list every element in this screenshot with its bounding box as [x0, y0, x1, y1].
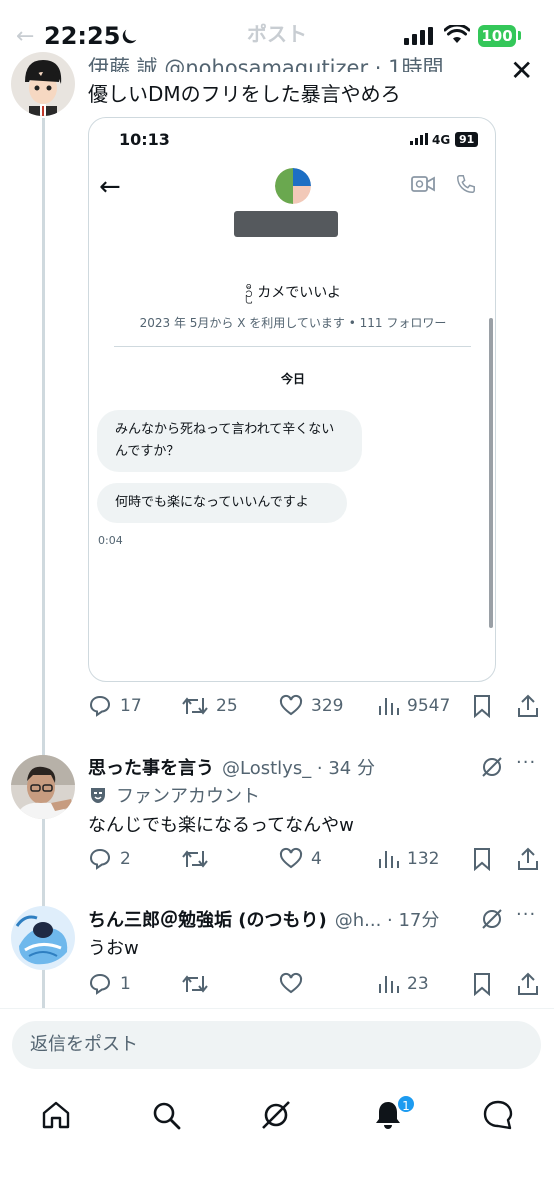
like-count: 329 [311, 696, 344, 716]
reply-author-handle[interactable]: @h... · 17分 [335, 906, 440, 932]
bookmark-icon [474, 973, 490, 996]
embed-message-bubble: 何時でも楽になっていいんですよ [97, 483, 347, 523]
embed-date-divider: 今日 [280, 372, 305, 386]
like-button[interactable]: 4 [279, 847, 322, 871]
embed-scrollbar [489, 318, 493, 628]
post-image-card[interactable]: 10:13 4G 91 ← ဦ カメでいいよ 2023 年 5月から X を利用… [88, 117, 496, 682]
share-button[interactable] [517, 847, 539, 871]
grok-tab-icon[interactable] [260, 1099, 292, 1131]
repost-count: 25 [216, 696, 238, 716]
views-button[interactable]: 9547 [377, 694, 450, 718]
more-options-icon[interactable]: ··· [516, 904, 536, 925]
reply-icon [89, 848, 111, 870]
views-count: 9547 [407, 696, 451, 716]
reply-author-name[interactable]: ちん三郎＠勉強垢 (のつもり) [88, 906, 327, 932]
embed-profile-avatar [275, 168, 311, 204]
repost-button[interactable] [182, 972, 216, 996]
reply-icon [89, 695, 111, 717]
heart-icon [279, 694, 303, 716]
wifi-icon [444, 25, 470, 45]
repost-button[interactable] [182, 847, 216, 871]
like-count: 4 [311, 849, 322, 869]
grok-icon[interactable] [480, 755, 504, 779]
post-author-line[interactable]: 伊藤 誠 @nohosamagutizer · 1時間 [88, 52, 443, 72]
embed-back-icon: ← [99, 172, 121, 202]
repost-button[interactable]: 25 [182, 694, 238, 718]
embed-divider [114, 346, 471, 347]
share-icon [518, 847, 538, 870]
messages-icon[interactable] [482, 1099, 514, 1131]
bookmark-icon [474, 695, 490, 718]
embed-profile-meta: 2023 年 5月から X を利用しています • 111 フォロワー [139, 316, 447, 330]
embed-redacted-name [234, 211, 338, 237]
reply-count: 17 [120, 696, 142, 716]
embed-network: 4G [432, 133, 451, 147]
cellular-signal-icon [404, 27, 434, 45]
like-button[interactable] [279, 972, 311, 996]
post-text: 優しいDMのフリをした暴言やめろ [88, 82, 401, 106]
reply-avatar[interactable] [11, 755, 75, 819]
embed-message-bubble: みんなから死ねって言われて辛くないんですか？ [97, 410, 362, 472]
moon-icon [118, 26, 140, 48]
close-icon[interactable]: ✕ [510, 54, 533, 87]
views-icon [379, 851, 399, 868]
more-options-icon[interactable]: ··· [516, 752, 536, 773]
views-icon [379, 698, 399, 715]
embed-video-call-icon [411, 175, 435, 193]
heart-icon [279, 972, 303, 994]
reply-author-handle[interactable]: @Lostlys_ · 34 分 [222, 754, 375, 780]
like-button[interactable]: 329 [279, 694, 343, 718]
bookmark-icon [474, 848, 490, 871]
views-icon [379, 976, 399, 993]
views-count: 23 [407, 974, 429, 994]
battery-tip [518, 31, 521, 40]
fan-account-row: ファンアカウント [88, 782, 260, 808]
fan-account-label: ファンアカウント [116, 786, 260, 807]
views-button[interactable]: 132 [377, 847, 439, 871]
thread-line [42, 118, 45, 1008]
views-button[interactable]: 23 [377, 972, 429, 996]
divider [0, 1008, 554, 1009]
reply-icon [89, 973, 111, 995]
share-icon [518, 972, 538, 995]
bookmark-button[interactable] [472, 694, 492, 718]
repost-icon [182, 975, 208, 993]
embed-signal-icon [410, 133, 428, 145]
share-button[interactable] [517, 694, 539, 718]
status-time: 22:25 [44, 22, 121, 50]
home-icon[interactable] [40, 1099, 72, 1131]
embed-profile-name: ဦ カメでいいよ [245, 285, 341, 301]
share-icon [518, 694, 538, 717]
embed-phone-icon [455, 173, 477, 195]
repost-icon [182, 697, 208, 715]
battery-indicator: 100 [478, 25, 516, 47]
reply-header: 思った事を言う @Lostlys_ · 34 分 [88, 754, 375, 780]
bookmark-button[interactable] [472, 847, 492, 871]
reply-input[interactable]: 返信をポスト [12, 1021, 541, 1069]
grok-icon[interactable] [480, 907, 504, 931]
reply-text: なんじでも楽になるってなんやw [88, 815, 354, 836]
search-icon[interactable] [150, 1099, 182, 1131]
embed-battery: 91 [455, 132, 479, 147]
author-avatar[interactable] [11, 52, 75, 116]
reply-button[interactable]: 1 [88, 972, 131, 996]
reply-button[interactable]: 17 [88, 694, 142, 718]
embed-status-time: 10:13 [119, 130, 170, 149]
reply-count: 1 [120, 974, 131, 994]
embed-message-time: 0:04 [98, 534, 123, 547]
reply-button[interactable]: 2 [88, 847, 131, 871]
repost-icon [182, 850, 208, 868]
reply-author-name[interactable]: 思った事を言う [88, 754, 214, 780]
reply-header: ちん三郎＠勉強垢 (のつもり) @h... · 17分 [88, 906, 439, 932]
reply-avatar[interactable] [11, 906, 75, 970]
reply-count: 2 [120, 849, 131, 869]
notification-badge: 1 [396, 1094, 416, 1114]
share-button[interactable] [517, 972, 539, 996]
theater-mask-icon [88, 785, 108, 805]
reply-text: うおw [88, 938, 139, 959]
bookmark-button[interactable] [472, 972, 492, 996]
views-count: 132 [407, 849, 440, 869]
heart-icon [279, 847, 303, 869]
